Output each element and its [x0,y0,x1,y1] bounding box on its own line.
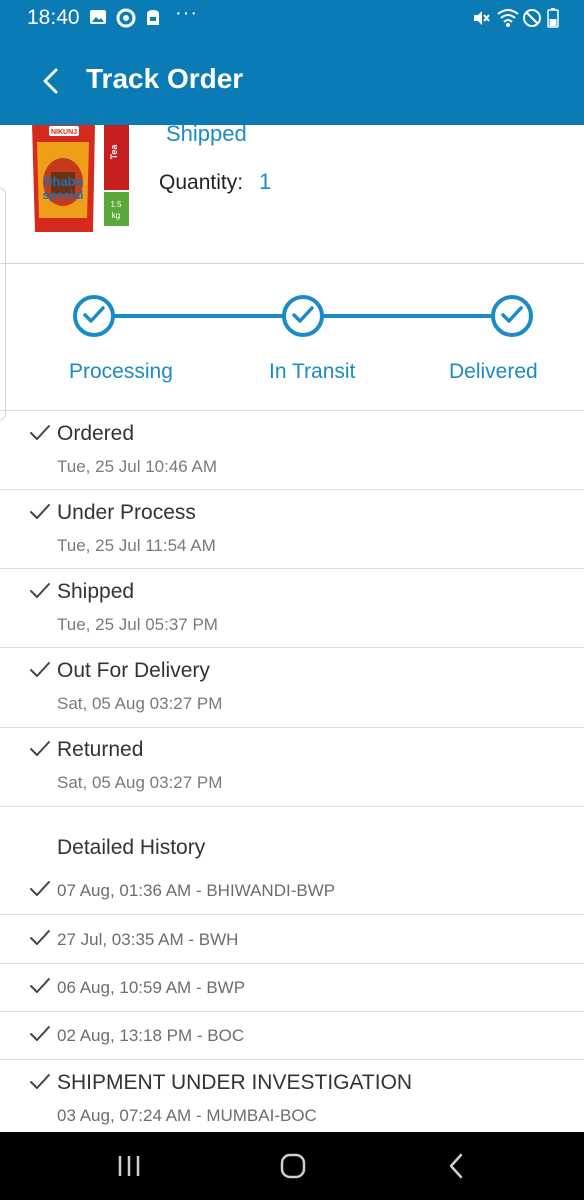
row-divider [0,727,584,728]
status-time: 18:40 [27,6,80,29]
row-divider [0,914,584,915]
back-arrow-icon [43,68,58,94]
row-divider [0,410,584,411]
wifi-icon [497,8,519,33]
product-weight-line1: 1.5 [110,200,122,209]
product-image[interactable]: NIKUNJ Dhaba special Tea 1.5 kg [29,122,131,234]
recents-icon [118,1156,140,1176]
product-weight-line2: kg [112,211,120,220]
step-processing-circle [73,295,115,337]
row-divider [0,568,584,569]
timeline-title: Returned [57,738,144,761]
row-divider [0,1011,584,1012]
history-entry: 06 Aug, 10:59 AM - BWP [57,978,246,997]
app-header: 18:40 ··· Track Order [0,0,584,125]
row-divider [0,963,584,964]
row-divider [0,806,584,807]
mute-icon [471,8,491,33]
check-icon [30,662,50,677]
step-in-transit-circle [282,295,324,337]
timeline-title: Under Process [57,501,196,524]
history-entry-title: SHIPMENT UNDER INVESTIGATION [57,1071,413,1094]
check-icon [30,1026,50,1041]
row-divider [0,647,584,648]
check-icon [30,583,50,598]
page-title: Track Order [86,63,244,94]
card-divider [0,263,584,264]
more-icon: ··· [175,2,198,24]
timeline-time: Sat, 05 Aug 03:27 PM [57,694,223,713]
chrome-icon [116,8,136,33]
check-icon [30,504,50,519]
history-heading: Detailed History [57,836,206,859]
home-icon [280,1153,306,1179]
store-icon [143,8,163,33]
battery-icon [547,8,559,33]
quantity-value: 1 [259,169,272,194]
check-icon [83,306,105,323]
product-name-line1: Dhaba [43,174,84,189]
timeline-time: Tue, 25 Jul 10:46 AM [57,457,218,476]
nav-back-button[interactable] [437,1150,477,1182]
timeline-time: Tue, 25 Jul 11:54 AM [57,536,216,555]
check-icon [30,741,50,756]
history-entry: 27 Jul, 03:35 AM - BWH [57,930,239,949]
card-edge [0,188,6,420]
history-entry: 03 Aug, 07:24 AM - MUMBAI-BOC [57,1106,317,1125]
timeline-time: Tue, 25 Jul 05:37 PM [57,615,218,634]
timeline-time: Sat, 05 Aug 03:27 PM [57,773,223,792]
timeline-title: Out For Delivery [57,659,210,682]
check-icon [30,978,50,993]
step-label-in-transit: In Transit [269,360,356,383]
check-icon [292,306,314,323]
dnd-icon [522,8,542,33]
history-entry: 02 Aug, 13:18 PM - BOC [57,1026,245,1045]
back-button[interactable] [32,62,72,100]
gallery-icon [89,8,107,31]
status-bar: 18:40 ··· [0,0,584,36]
step-label-delivered: Delivered [449,360,538,383]
stepper-connector-2 [323,314,493,318]
step-label-processing: Processing [69,360,173,383]
recents-button[interactable] [110,1150,150,1182]
timeline-title: Ordered [57,422,135,445]
quantity-label: Quantity: [159,171,244,194]
check-icon [30,930,50,945]
product-name-line2: special [43,188,84,202]
check-icon [30,1074,50,1089]
product-tag-text: Tea [109,144,119,160]
back-icon [449,1153,463,1179]
row-divider [0,489,584,490]
check-icon [501,306,523,323]
system-nav-bar [0,1132,584,1200]
timeline-title: Shipped [57,580,135,603]
product-brand-text: NIKUNJ [51,129,77,136]
row-divider [0,1059,584,1060]
stepper-connector-1 [114,314,284,318]
history-entry: 07 Aug, 01:36 AM - BHIWANDI-BWP [57,881,336,900]
check-icon [30,425,50,440]
home-button[interactable] [273,1150,313,1182]
check-icon [30,881,50,896]
step-delivered-circle [491,295,533,337]
